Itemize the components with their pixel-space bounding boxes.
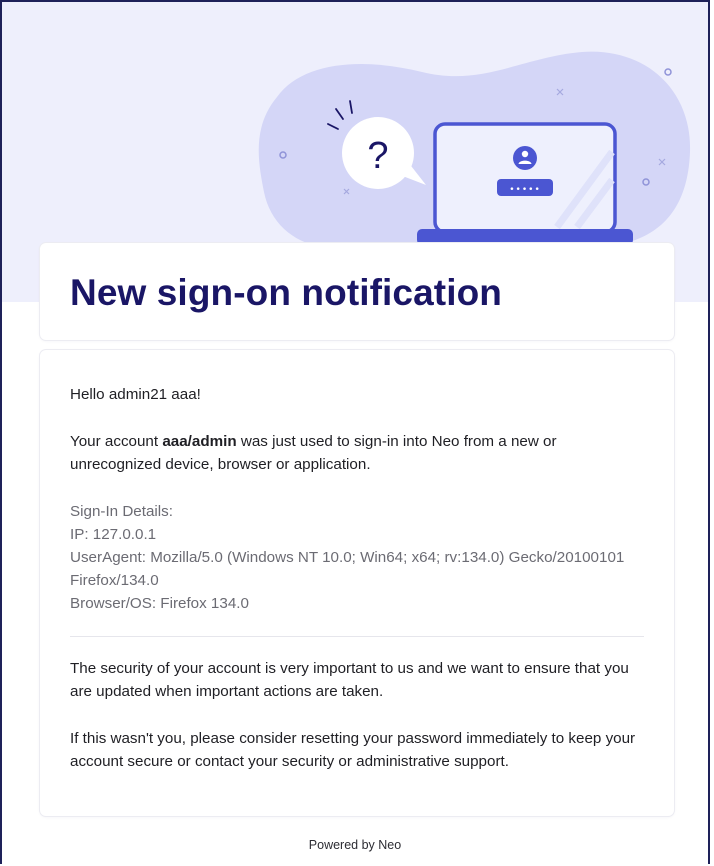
title-card: New sign-on notification (40, 243, 674, 340)
user-avatar-icon (513, 146, 537, 170)
footer-powered-by: Powered by Neo (308, 838, 402, 852)
details-browser-os: Browser/OS: Firefox 134.0 (70, 595, 249, 612)
divider (70, 636, 644, 637)
greeting-text: Hello admin21 aaa! (70, 386, 201, 403)
details-heading: Sign-In Details: (70, 503, 173, 520)
page-title: New sign-on notification (70, 272, 502, 313)
intro-prefix: Your account (70, 433, 163, 450)
decor-circle (664, 68, 672, 76)
details-user-agent: UserAgent: Mozilla/5.0 (Windows NT 10.0;… (70, 549, 625, 589)
reset-note: If this wasn't you, please consider rese… (70, 730, 636, 770)
intro-text: Your account aaa/admin was just used to … (70, 430, 644, 476)
details-ip: IP: 127.0.0.1 (70, 526, 157, 543)
password-dots: ••••• (509, 185, 541, 195)
email-frame: ? ••••• New sign-on notification Hello a… (0, 0, 710, 864)
sign-in-details: Sign-In Details: IP: 127.0.0.1 UserAgent… (70, 500, 644, 615)
security-note: The security of your account is very imp… (70, 660, 629, 700)
message-card: Hello admin21 aaa! Your account aaa/admi… (40, 350, 674, 816)
account-name: aaa/admin (162, 433, 237, 450)
question-mark: ? (367, 135, 388, 177)
